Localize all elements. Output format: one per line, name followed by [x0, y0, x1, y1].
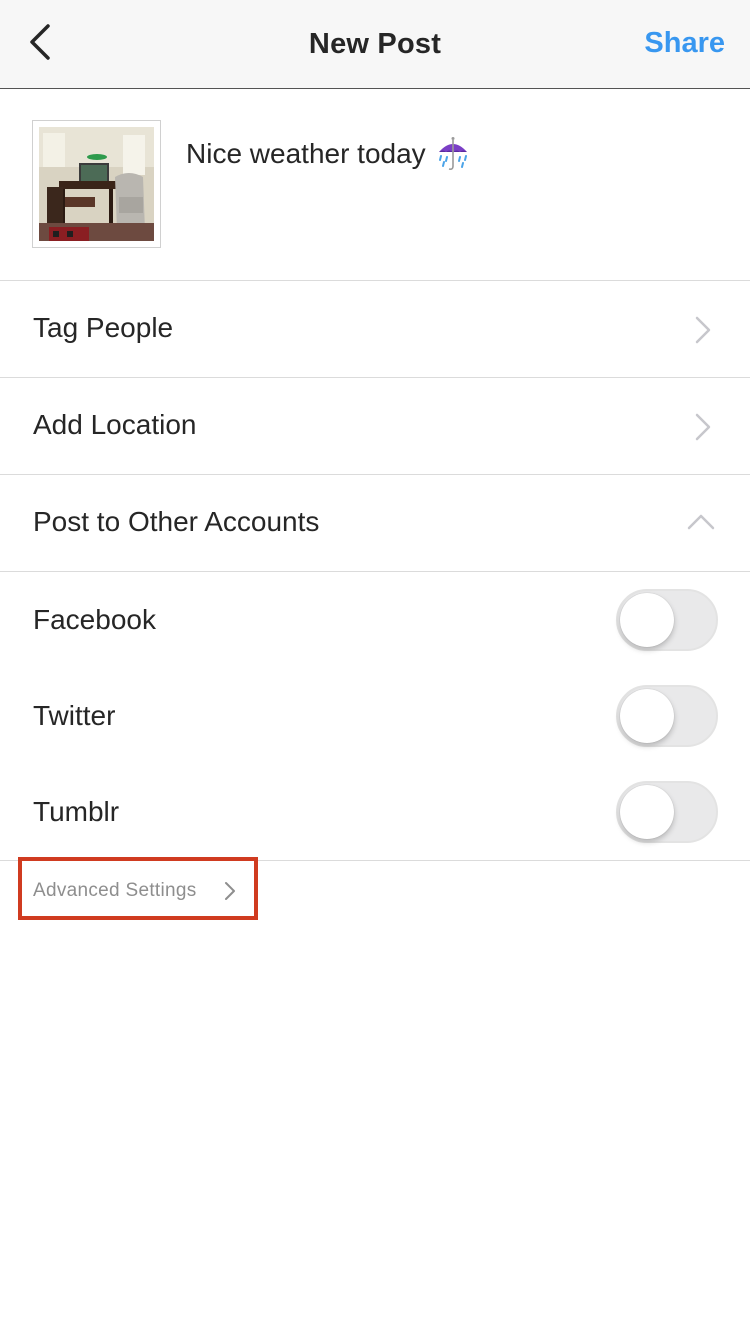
toggle-knob	[620, 593, 674, 647]
umbrella-with-rain-icon	[438, 137, 467, 170]
add-location-row[interactable]: Add Location	[0, 378, 750, 475]
chevron-up-icon	[687, 514, 715, 530]
toggle-knob	[620, 785, 674, 839]
tag-people-label: Tag People	[33, 312, 174, 343]
tag-people-row[interactable]: Tag People	[0, 281, 750, 378]
room-photo	[39, 127, 154, 241]
twitter-account-row: Twitter	[0, 668, 750, 764]
post-to-other-accounts-label: Post to Other Accounts	[33, 506, 320, 537]
chevron-right-icon	[225, 882, 235, 900]
tumblr-label: Tumblr	[33, 796, 120, 827]
page-title: New Post	[308, 28, 442, 60]
twitter-toggle[interactable]	[616, 685, 718, 747]
post-thumbnail[interactable]	[32, 120, 161, 248]
caption-text: Nice weather today	[186, 138, 426, 169]
facebook-account-row: Facebook	[0, 572, 750, 668]
tumblr-toggle[interactable]	[616, 781, 718, 843]
post-to-other-accounts-row[interactable]: Post to Other Accounts	[0, 475, 750, 572]
caption-field[interactable]: Nice weather today	[186, 136, 470, 172]
twitter-label: Twitter	[33, 700, 116, 731]
add-location-label: Add Location	[33, 409, 197, 440]
chevron-right-icon	[695, 413, 711, 441]
tumblr-account-row: Tumblr	[0, 764, 750, 860]
toggle-knob	[620, 689, 674, 743]
nav-bar: New Post Share	[0, 0, 750, 89]
advanced-settings-label: Advanced Settings	[33, 880, 197, 901]
facebook-label: Facebook	[33, 604, 156, 635]
facebook-toggle[interactable]	[616, 589, 718, 651]
chevron-right-icon	[695, 316, 711, 344]
share-button[interactable]: Share	[644, 27, 725, 60]
advanced-settings-link[interactable]: Advanced Settings	[18, 857, 258, 920]
post-composer: Nice weather today	[0, 90, 750, 281]
